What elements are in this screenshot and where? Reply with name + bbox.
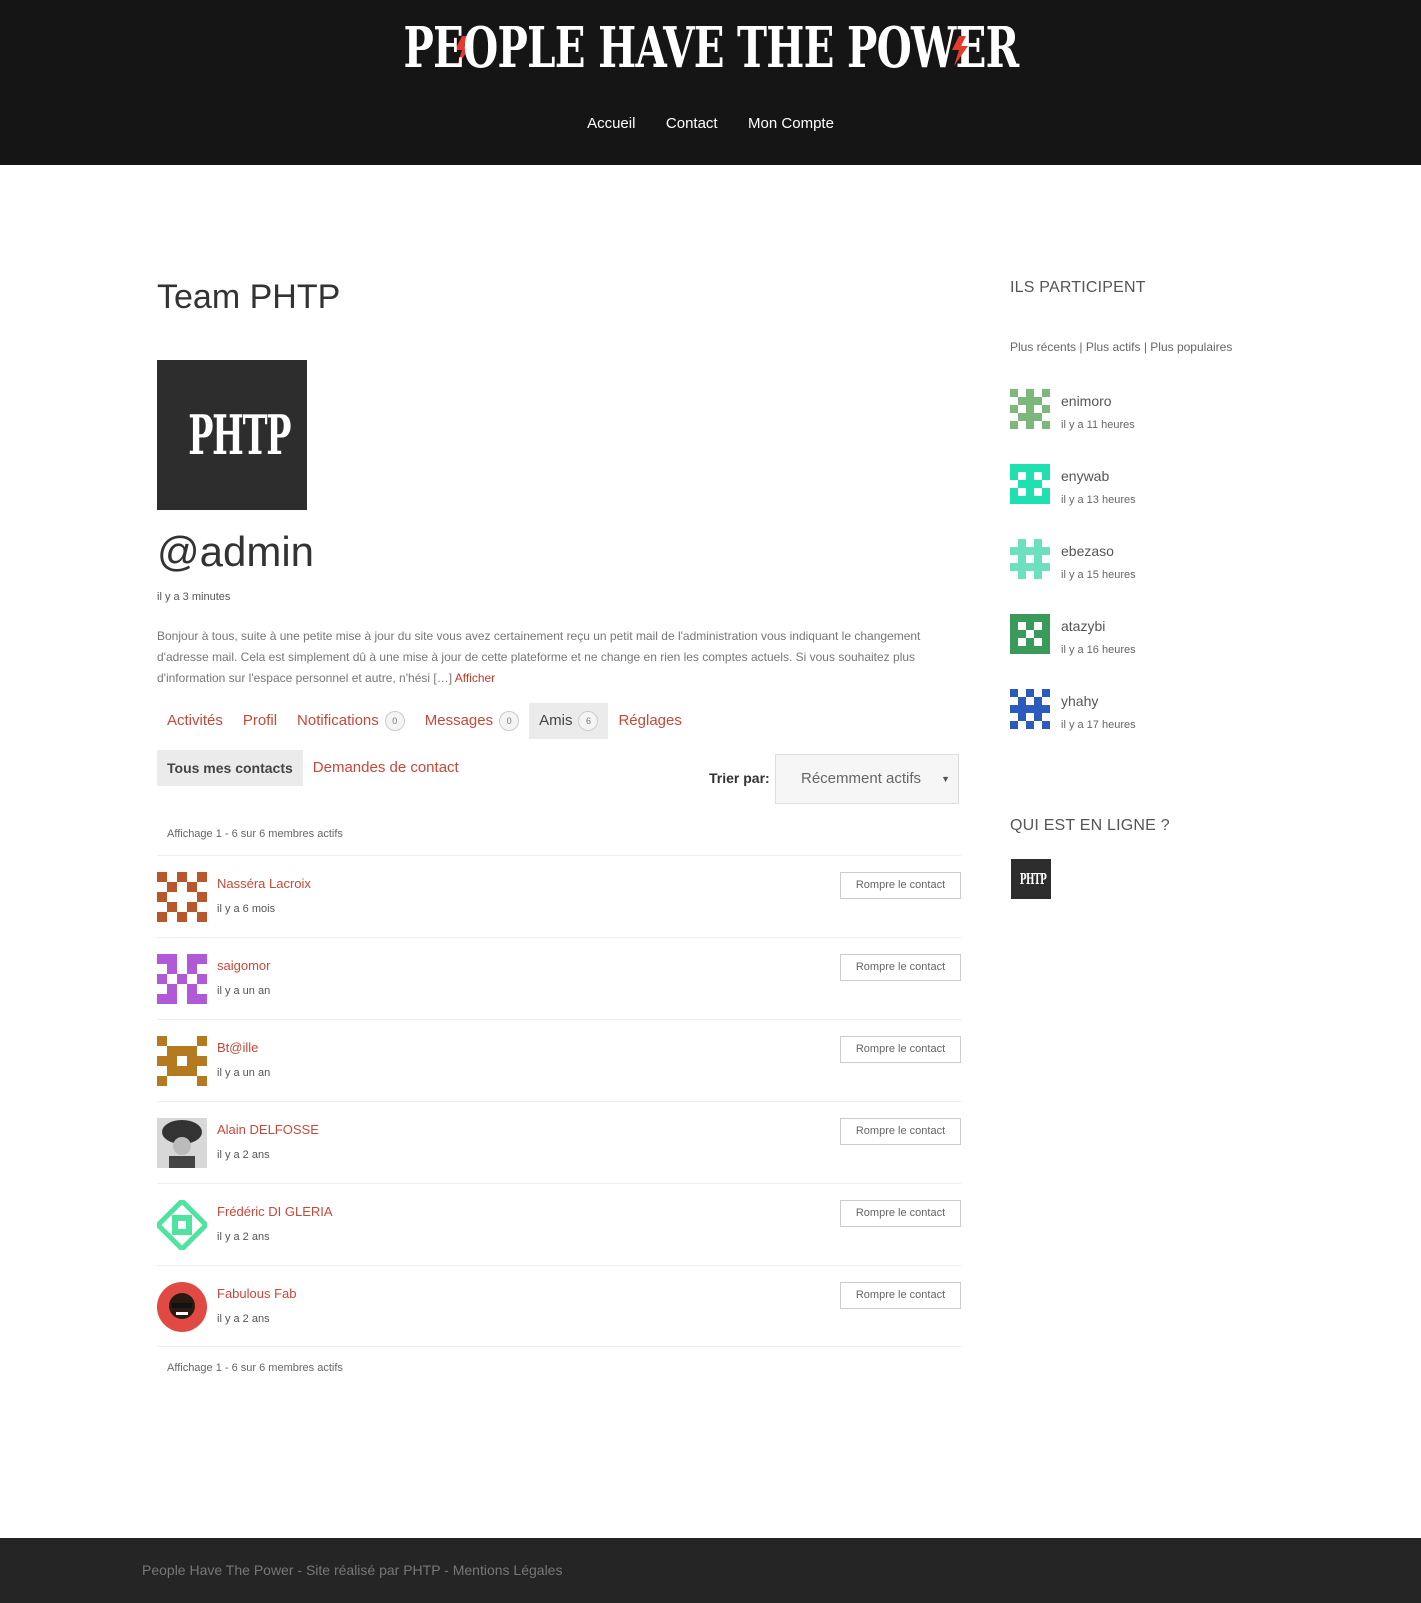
profile-bio: Bonjour à tous, suite à une petite mise … bbox=[157, 626, 947, 689]
member-avatar[interactable] bbox=[157, 954, 207, 1004]
remove-contact-button[interactable]: Rompre le contact bbox=[840, 954, 961, 981]
page-title: Team PHTP bbox=[157, 278, 341, 316]
nav-contact[interactable]: Contact bbox=[666, 115, 718, 132]
list-item: Frédéric DI GLERIA il y a 2 ans Rompre l… bbox=[157, 1183, 961, 1265]
member-last-active: il y a 2 ans bbox=[217, 1313, 270, 1325]
member-list: Nasséra Lacroix il y a 6 mois Rompre le … bbox=[157, 855, 961, 1347]
participant-time: il y a 17 heures bbox=[1061, 719, 1136, 731]
participants-widget-title: ILS PARTICIPENT bbox=[1010, 279, 1146, 296]
member-avatar[interactable] bbox=[157, 1036, 207, 1086]
member-last-active: il y a un an bbox=[217, 985, 271, 997]
list-item: Fabulous Fab il y a 2 ans Rompre le cont… bbox=[157, 1265, 961, 1347]
footer-text: People Have The Power - Site réalisé par… bbox=[142, 1562, 563, 1578]
sort-select[interactable]: Récemment actifs ▼ bbox=[775, 754, 959, 804]
dropdown-arrow-icon: ▼ bbox=[941, 774, 950, 784]
online-member-avatar[interactable]: PHTP bbox=[1011, 859, 1051, 899]
subtab-contact-requests[interactable]: Demandes de contact bbox=[303, 750, 469, 786]
profile-username: @admin bbox=[157, 528, 315, 575]
member-last-active: il y a 2 ans bbox=[217, 1231, 270, 1243]
tab-activites[interactable]: Activités bbox=[157, 703, 233, 739]
remove-contact-button[interactable]: Rompre le contact bbox=[840, 1036, 961, 1063]
tab-label: Messages bbox=[424, 712, 494, 729]
count-badge: 0 bbox=[499, 711, 520, 731]
tab-amis[interactable]: Amis 6 bbox=[529, 703, 609, 739]
site-header: PEOPLE HAVE THE POWER Accueil Contact Mo… bbox=[0, 0, 1421, 165]
tab-label: Profil bbox=[242, 712, 278, 729]
member-name-link[interactable]: saigomor bbox=[217, 958, 270, 973]
participant-name-link[interactable]: ebezaso bbox=[1061, 543, 1114, 559]
participant-avatar[interactable] bbox=[1010, 539, 1050, 579]
site-logo[interactable]: PEOPLE HAVE THE POWER bbox=[0, 14, 1421, 82]
member-name-link[interactable]: Alain DELFOSSE bbox=[217, 1122, 319, 1137]
bio-read-more-link[interactable]: Afficher bbox=[455, 671, 495, 685]
count-badge: 0 bbox=[384, 711, 405, 731]
participant-item: atazybi il y a 16 heures bbox=[1010, 614, 1310, 656]
tab-label: Réglages bbox=[618, 712, 682, 729]
tab-label: Amis bbox=[539, 712, 573, 729]
pagination-count-bottom: Affichage 1 - 6 sur 6 membres actifs bbox=[167, 1362, 343, 1374]
participant-item: enywab il y a 13 heures bbox=[1010, 464, 1310, 506]
member-avatar[interactable] bbox=[157, 1118, 207, 1168]
pagination-count-top: Affichage 1 - 6 sur 6 membres actifs bbox=[167, 828, 343, 840]
list-item: Nasséra Lacroix il y a 6 mois Rompre le … bbox=[157, 855, 961, 937]
nav-mon-compte[interactable]: Mon Compte bbox=[748, 115, 834, 132]
nav-accueil[interactable]: Accueil bbox=[587, 115, 635, 132]
member-name-link[interactable]: Bt@ille bbox=[217, 1040, 258, 1055]
online-widget-title: QUI EST EN LIGNE ? bbox=[1010, 817, 1170, 834]
participant-time: il y a 13 heures bbox=[1061, 494, 1136, 506]
list-item: saigomor il y a un an Rompre le contact bbox=[157, 937, 961, 1019]
participant-name-link[interactable]: atazybi bbox=[1061, 618, 1105, 634]
member-name-link[interactable]: Nasséra Lacroix bbox=[217, 876, 311, 891]
tab-messages[interactable]: Messages 0 bbox=[415, 703, 529, 739]
participant-avatar[interactable] bbox=[1010, 464, 1050, 504]
participant-item: yhahy il y a 17 heures bbox=[1010, 689, 1310, 731]
participant-item: ebezaso il y a 15 heures bbox=[1010, 539, 1310, 581]
count-badge: 6 bbox=[578, 711, 599, 731]
remove-contact-button[interactable]: Rompre le contact bbox=[840, 872, 961, 899]
participant-name-link[interactable]: enywab bbox=[1061, 468, 1109, 484]
profile-avatar[interactable]: PHTP bbox=[157, 360, 307, 510]
participant-avatar[interactable] bbox=[1010, 389, 1050, 429]
participant-time: il y a 16 heures bbox=[1061, 644, 1136, 656]
remove-contact-button[interactable]: Rompre le contact bbox=[840, 1118, 961, 1145]
profile-last-active: il y a 3 minutes bbox=[157, 591, 231, 603]
avatar-text: PHTP bbox=[1019, 870, 1046, 888]
participant-item: enimoro il y a 11 heures bbox=[1010, 389, 1310, 431]
member-last-active: il y a 2 ans bbox=[217, 1149, 270, 1161]
remove-contact-button[interactable]: Rompre le contact bbox=[840, 1200, 961, 1227]
member-avatar[interactable] bbox=[157, 872, 207, 922]
bio-text: Bonjour à tous, suite à une petite mise … bbox=[157, 629, 921, 685]
sort-label: Trier par: bbox=[709, 770, 770, 786]
tab-label: Notifications bbox=[297, 712, 379, 729]
member-name-link[interactable]: Fabulous Fab bbox=[217, 1286, 297, 1301]
member-avatar[interactable] bbox=[157, 1282, 207, 1332]
member-last-active: il y a 6 mois bbox=[217, 903, 276, 915]
logo-text[interactable]: PEOPLE HAVE THE POWER bbox=[403, 14, 1019, 82]
member-avatar[interactable] bbox=[157, 1200, 207, 1250]
participant-name-link[interactable]: yhahy bbox=[1061, 693, 1098, 709]
sort-value: Récemment actifs bbox=[801, 770, 922, 787]
list-item: Bt@ille il y a un an Rompre le contact bbox=[157, 1019, 961, 1101]
participant-time: il y a 15 heures bbox=[1061, 569, 1136, 581]
tab-notifications[interactable]: Notifications 0 bbox=[287, 703, 415, 739]
member-name-link[interactable]: Frédéric DI GLERIA bbox=[217, 1204, 333, 1219]
participants-filter-links[interactable]: Plus récents | Plus actifs | Plus popula… bbox=[1010, 340, 1232, 354]
participant-time: il y a 11 heures bbox=[1061, 419, 1135, 431]
tab-label: Activités bbox=[167, 712, 223, 729]
list-item: Alain DELFOSSE il y a 2 ans Rompre le co… bbox=[157, 1101, 961, 1183]
remove-contact-button[interactable]: Rompre le contact bbox=[840, 1282, 961, 1309]
friends-subtabs: Tous mes contacts Demandes de contact bbox=[157, 750, 469, 786]
profile-tabs: Activités Profil Notifications 0 Messages… bbox=[157, 703, 692, 739]
member-last-active: il y a un an bbox=[217, 1067, 271, 1079]
avatar-text: PHTP bbox=[188, 403, 291, 467]
main-nav: Accueil Contact Mon Compte bbox=[0, 115, 1421, 133]
lightning-bolt-icon bbox=[952, 36, 968, 66]
participant-avatar[interactable] bbox=[1010, 614, 1050, 654]
site-footer: People Have The Power - Site réalisé par… bbox=[0, 1538, 1421, 1603]
participant-name-link[interactable]: enimoro bbox=[1061, 393, 1112, 409]
tab-reglages[interactable]: Réglages bbox=[608, 703, 691, 739]
participant-avatar[interactable] bbox=[1010, 689, 1050, 729]
subtab-all-contacts[interactable]: Tous mes contacts bbox=[157, 750, 303, 786]
tab-profil[interactable]: Profil bbox=[233, 703, 287, 739]
